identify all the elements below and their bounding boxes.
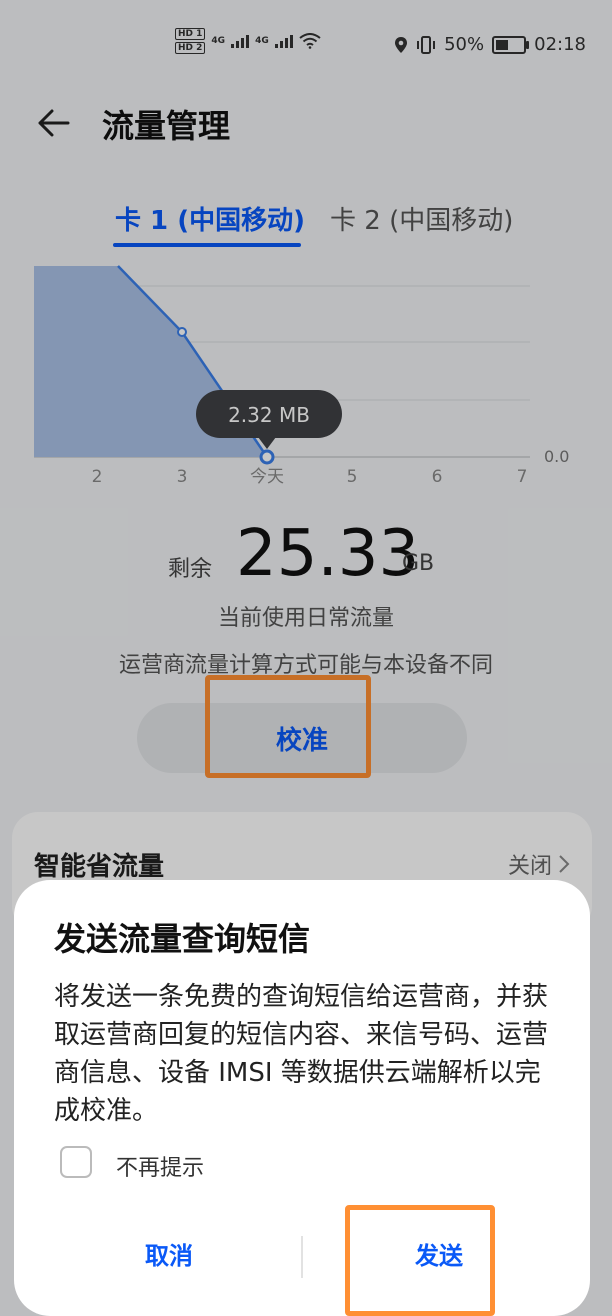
cancel-button[interactable]: 取消 <box>54 1236 284 1276</box>
dialog-body: 将发送一条免费的查询短信给运营商，并获取运营商回复的短信内容、来信号码、运营商信… <box>54 982 549 1126</box>
highlight-send <box>345 1205 495 1316</box>
sms-query-dialog: 发送流量查询短信 将发送一条免费的查询短信给运营商，并获取运营商回复的短信内容、… <box>14 880 590 1316</box>
screen: HD 1 HD 2 4G 4G 50% 02:18 流量管理 卡 1 (中国移动… <box>0 0 612 1316</box>
dont-remind-label[interactable]: 不再提示 <box>116 1150 204 1182</box>
dont-remind-checkbox[interactable] <box>60 1146 92 1178</box>
button-divider <box>301 1236 303 1278</box>
dialog-title: 发送流量查询短信 <box>54 920 311 958</box>
